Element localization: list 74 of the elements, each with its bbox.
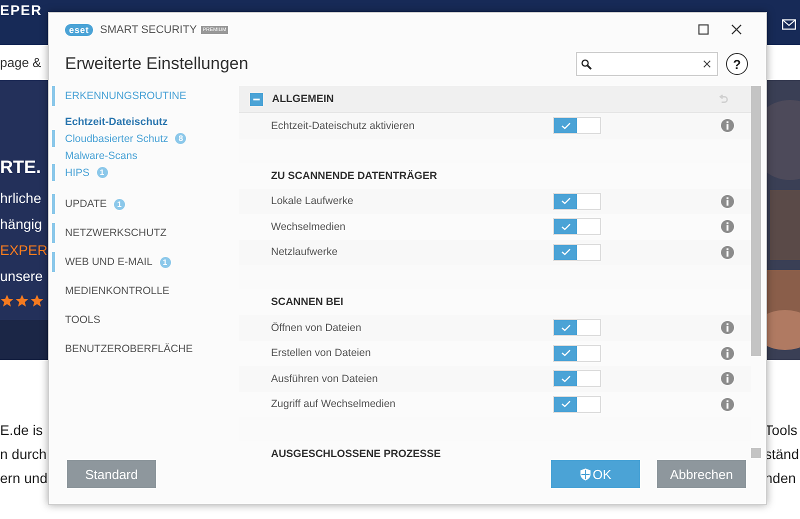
- star-icon: [0, 294, 14, 308]
- check-icon: [560, 374, 570, 383]
- toggle-switch[interactable]: [553, 344, 601, 362]
- count-badge: 1: [114, 198, 125, 210]
- hero-text: RTE.: [0, 157, 42, 178]
- sidebar-item[interactable]: TOOLS: [65, 314, 100, 326]
- body-text: ern und: [0, 470, 48, 486]
- count-badge: 1: [96, 167, 108, 178]
- setting-label: Öffnen von Dateien: [271, 322, 362, 334]
- sidebar-item[interactable]: BENUTZEROBERFLÄCHE: [65, 343, 193, 355]
- toggle-switch[interactable]: [553, 396, 601, 413]
- toggle-switch[interactable]: [553, 192, 601, 210]
- close-icon[interactable]: [731, 24, 742, 35]
- site-logo[interactable]: EPER: [0, 2, 42, 18]
- check-icon: [560, 324, 570, 332]
- count-badge: 1: [160, 256, 171, 268]
- info-icon[interactable]: [721, 246, 734, 259]
- window-title: Erweiterte Einstellungen: [65, 54, 248, 74]
- info-icon[interactable]: [721, 220, 734, 234]
- info-icon[interactable]: [721, 372, 734, 386]
- check-icon: [560, 400, 570, 408]
- body-text: n durch: [0, 446, 48, 462]
- info-icon[interactable]: [721, 119, 734, 132]
- clear-icon[interactable]: [703, 60, 711, 68]
- help-button[interactable]: ?: [726, 53, 748, 75]
- check-icon: [560, 122, 570, 130]
- count-badge: 8: [175, 133, 186, 144]
- info-icon[interactable]: [721, 346, 734, 360]
- nav-link[interactable]: page &: [0, 55, 42, 70]
- toggle-switch[interactable]: [553, 244, 601, 261]
- section-heading: SCANNEN BEI: [271, 296, 344, 308]
- info-icon[interactable]: [721, 194, 734, 208]
- info-icon[interactable]: [721, 321, 734, 334]
- maximize-icon[interactable]: [698, 24, 709, 35]
- shield-icon: [580, 468, 591, 480]
- collapse-icon[interactable]: [250, 92, 263, 106]
- sidebar-item[interactable]: WEB UND E-MAIL: [65, 256, 153, 268]
- setting-label: Lokale Laufwerke: [271, 195, 354, 208]
- search-icon: [581, 58, 592, 70]
- star-icon: [15, 294, 29, 308]
- toggle-switch[interactable]: [553, 117, 601, 134]
- setting-label: Zugriff auf Wechselmedien: [271, 398, 397, 410]
- check-icon: [560, 197, 570, 206]
- setting-label: Ausführen von Dateien: [271, 372, 379, 385]
- mail-icon[interactable]: [782, 19, 796, 30]
- toggle-switch[interactable]: [553, 370, 601, 388]
- section-heading: ZU SCANNENDE DATENTRÄGER: [271, 170, 438, 182]
- toggle-switch[interactable]: [553, 218, 601, 236]
- body-text: E.de is: [0, 422, 44, 438]
- brand-logo: eset: [65, 24, 94, 36]
- hero-text: unsere: [0, 268, 43, 284]
- search-field[interactable]: [576, 52, 718, 76]
- section-heading: AUSGESCHLOSSENE PROZESSE: [271, 448, 441, 460]
- star-icon: [30, 294, 44, 308]
- setting-label: Echtzeit-Dateischutz aktivieren: [271, 120, 416, 132]
- check-icon: [560, 248, 570, 256]
- sidebar-item[interactable]: UPDATE: [65, 198, 107, 210]
- hero-text: hängig: [0, 216, 42, 232]
- sidebar-item[interactable]: MEDIENKONTROLLE: [65, 285, 170, 297]
- body-text: Tools: [764, 422, 798, 438]
- section-heading: ALLGEMEIN: [272, 93, 334, 105]
- scrollbar[interactable]: [751, 86, 761, 461]
- hero-text: EXPER: [0, 242, 48, 258]
- sidebar-subitem[interactable]: Echtzeit-Dateischutz: [65, 116, 168, 128]
- info-icon[interactable]: [721, 398, 734, 411]
- setting-label: Wechselmedien: [271, 220, 347, 233]
- setting-label: Erstellen von Dateien: [271, 347, 372, 360]
- sidebar-item[interactable]: NETZWERKSCHUTZ: [65, 227, 166, 239]
- product-name: SMART SECURITY: [100, 24, 197, 36]
- toggle-switch[interactable]: [553, 319, 601, 336]
- check-icon: [560, 222, 570, 231]
- hero-text: hrliche: [0, 190, 42, 206]
- setting-label: Netzlaufwerke: [271, 246, 339, 258]
- check-icon: [560, 349, 570, 358]
